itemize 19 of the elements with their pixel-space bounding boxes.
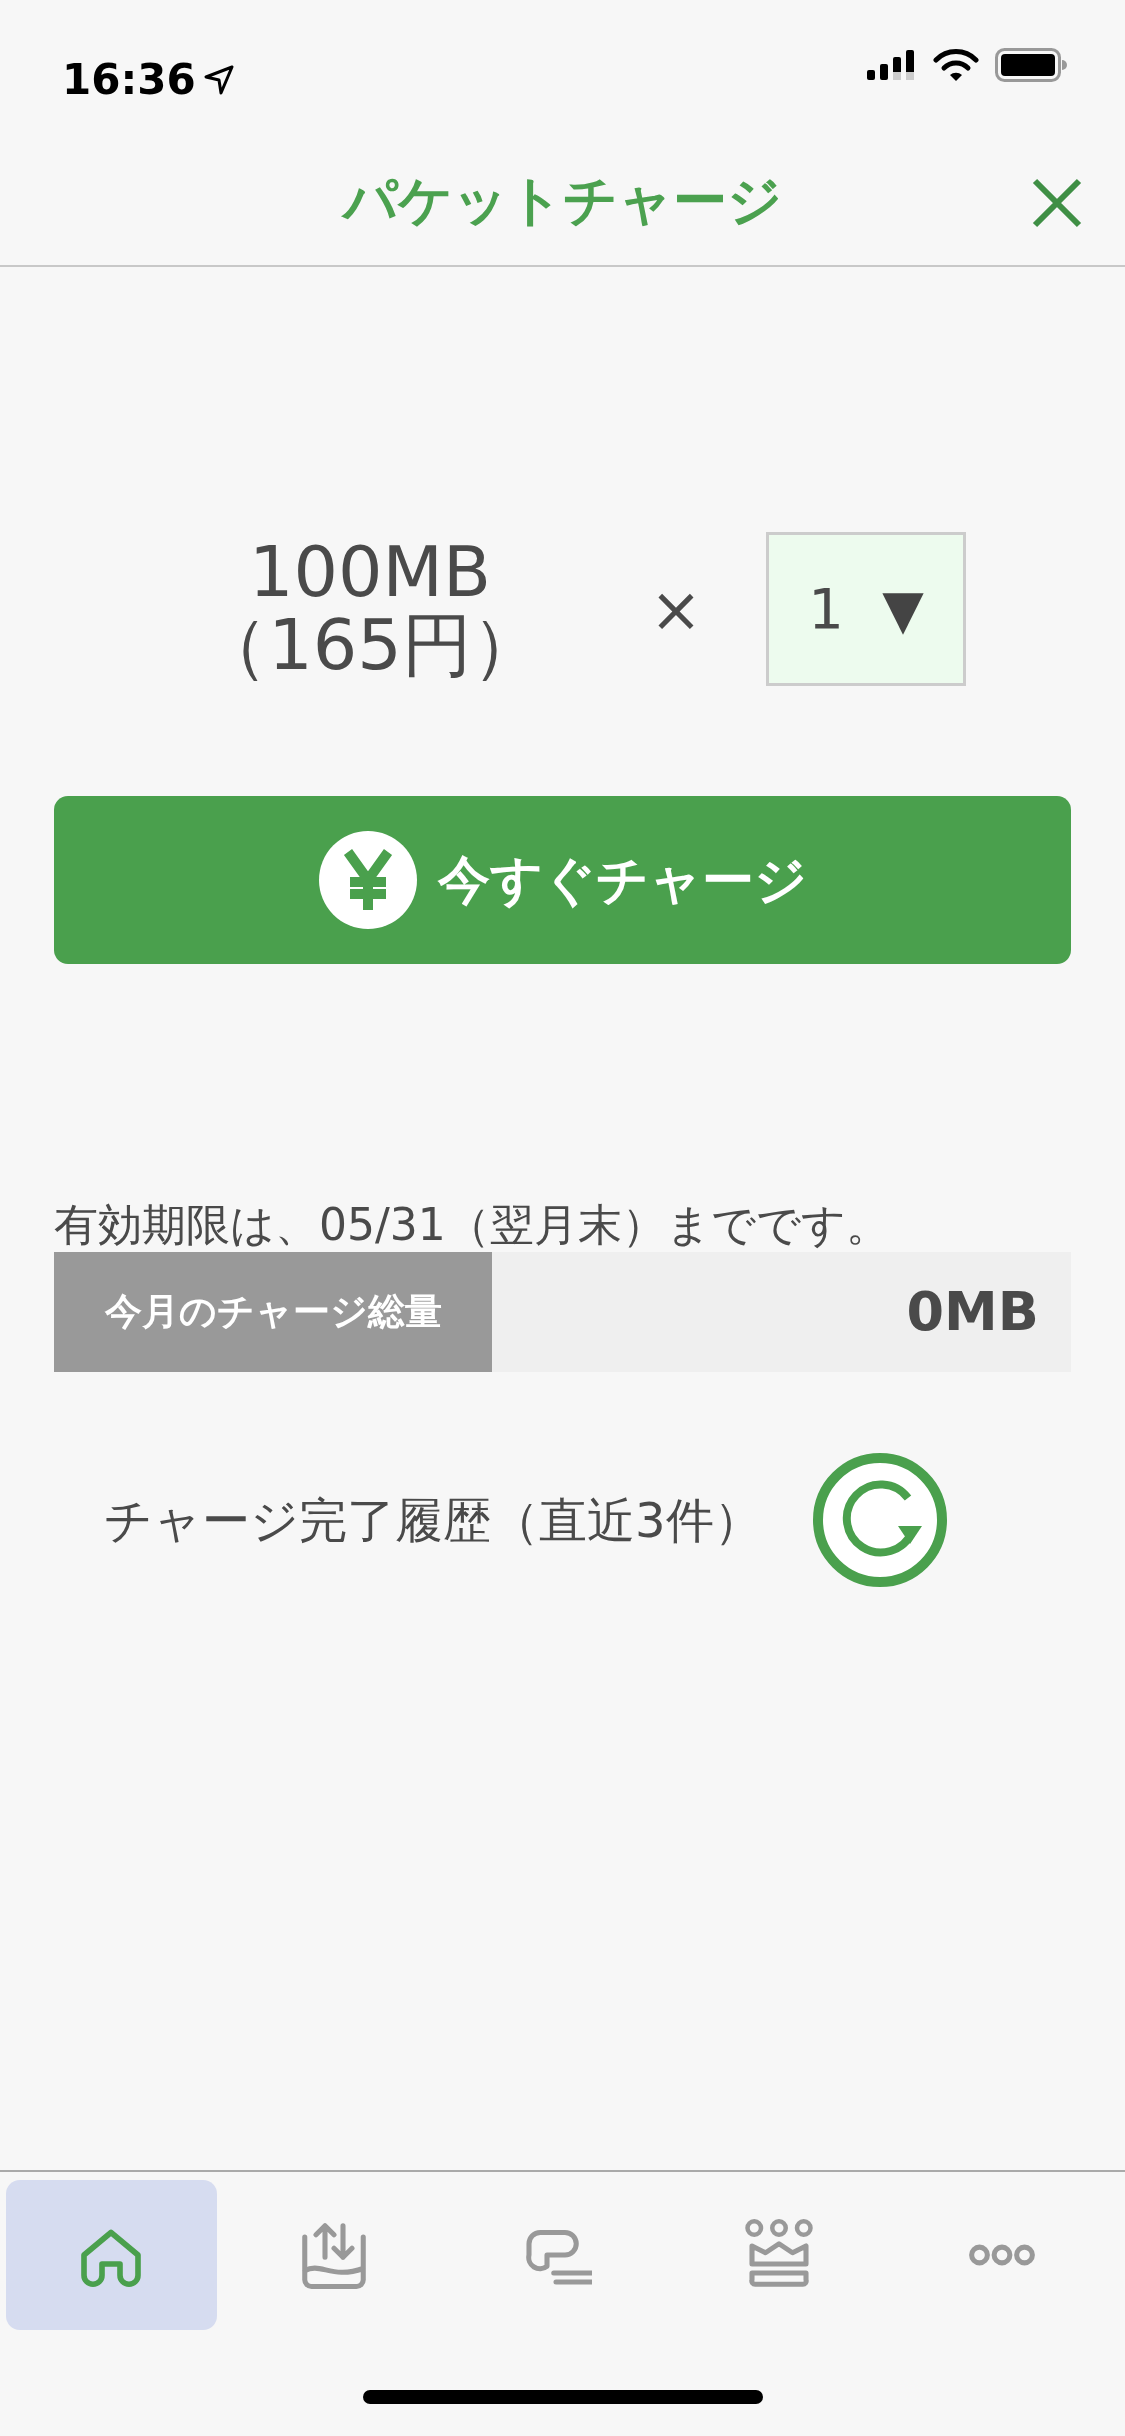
page-title: パケットチャージ xyxy=(343,167,782,234)
signal-icon xyxy=(867,48,917,82)
expiry-notice: 有効期限は、05/31（翌月末）までです。 xyxy=(54,1199,891,1252)
refresh-button[interactable] xyxy=(811,1451,948,1588)
battery-icon xyxy=(995,48,1067,82)
status-time: 16:36 xyxy=(62,54,196,106)
wifi-icon xyxy=(933,48,979,82)
quantity-value: 1 xyxy=(808,575,844,643)
quantity-select[interactable]: 1 ▼ xyxy=(766,532,966,686)
multiply-sign: × xyxy=(650,571,703,648)
total-value: 0MB xyxy=(906,1279,1040,1346)
total-label: 今月のチャージ総量 xyxy=(54,1251,492,1372)
tab[interactable] xyxy=(6,2180,217,2330)
plan-price: （165円） xyxy=(197,609,543,683)
dropdown-arrow: ▼ xyxy=(882,576,924,643)
yen-icon xyxy=(318,830,418,930)
location-arrow-icon xyxy=(203,64,234,95)
history-label: チャージ完了履歴（直近3件） xyxy=(104,1490,762,1550)
plan-size: 100MB xyxy=(248,535,492,609)
